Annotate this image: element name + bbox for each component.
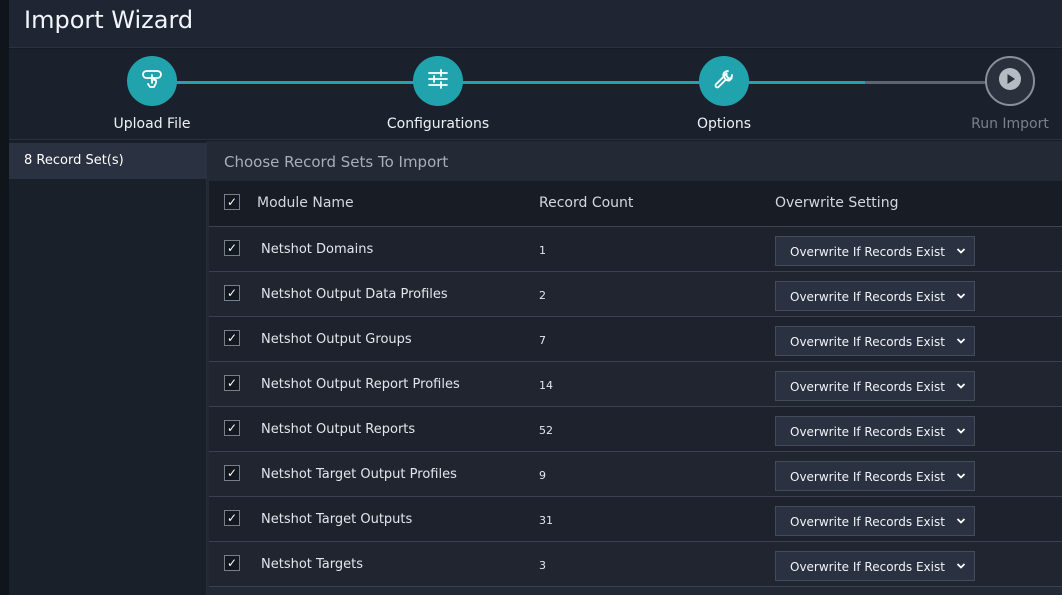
chevron-down-icon: [956, 245, 966, 255]
chevron-down-icon: [956, 380, 966, 390]
module-name: Netshot Targets: [261, 557, 364, 572]
step-circle[interactable]: [985, 56, 1035, 106]
row-checkbox[interactable]: ✓: [224, 285, 240, 301]
step-circle[interactable]: [413, 56, 463, 106]
overwrite-select[interactable]: Overwrite If Records Exist: [775, 551, 975, 581]
overwrite-select-value: Overwrite If Records Exist: [790, 425, 945, 439]
overwrite-select[interactable]: Overwrite If Records Exist: [775, 461, 975, 491]
row-checkbox[interactable]: ✓: [224, 240, 240, 256]
table-row: ✓ Netshot Target Outputs 31 Overwrite If…: [209, 497, 1062, 542]
overwrite-select[interactable]: Overwrite If Records Exist: [775, 326, 975, 356]
row-checkbox[interactable]: ✓: [224, 465, 240, 481]
record-count: 14: [539, 379, 553, 392]
step-label: Configurations: [386, 116, 490, 132]
overwrite-select[interactable]: Overwrite If Records Exist: [775, 506, 975, 536]
page-title: Import Wizard: [24, 6, 194, 34]
overwrite-select-value: Overwrite If Records Exist: [790, 515, 945, 529]
overwrite-select-value: Overwrite If Records Exist: [790, 245, 945, 259]
chevron-down-icon: [956, 560, 966, 570]
module-name: Netshot Target Outputs: [261, 512, 413, 527]
record-count: 52: [539, 424, 553, 437]
overwrite-select-value: Overwrite If Records Exist: [790, 470, 945, 484]
step-upload-file[interactable]: Upload File: [87, 56, 217, 132]
step-label: Run Import: [971, 116, 1049, 132]
select-all-checkbox[interactable]: ✓: [224, 194, 240, 210]
overwrite-select[interactable]: Overwrite If Records Exist: [775, 371, 975, 401]
table-row: ✓ Netshot Output Reports 52 Overwrite If…: [209, 407, 1062, 452]
module-name: Netshot Domains: [261, 242, 374, 257]
step-label: Upload File: [113, 116, 191, 132]
sidebar-item-record-sets[interactable]: 8 Record Set(s): [9, 143, 207, 179]
step-configurations[interactable]: Configurations: [373, 56, 503, 132]
row-checkbox[interactable]: ✓: [224, 330, 240, 346]
module-name: Netshot Target Output Profiles: [261, 467, 457, 482]
overwrite-select[interactable]: Overwrite If Records Exist: [775, 416, 975, 446]
table-row: ✓ Netshot Domains 1 Overwrite If Records…: [209, 227, 1062, 272]
column-header-overwrite[interactable]: Overwrite Setting: [775, 195, 898, 211]
step-options[interactable]: Options: [659, 56, 789, 132]
panel-title: Choose Record Sets To Import: [224, 153, 449, 171]
column-header-module[interactable]: Module Name: [257, 195, 354, 211]
module-name: Netshot Output Data Profiles: [261, 287, 448, 302]
row-checkbox[interactable]: ✓: [224, 555, 240, 571]
chevron-down-icon: [956, 515, 966, 525]
row-checkbox[interactable]: ✓: [224, 375, 240, 391]
row-checkbox[interactable]: ✓: [224, 420, 240, 436]
overwrite-select-value: Overwrite If Records Exist: [790, 560, 945, 574]
chevron-down-icon: [956, 290, 966, 300]
overwrite-select-value: Overwrite If Records Exist: [790, 380, 945, 394]
record-count: 3: [539, 559, 546, 572]
module-name: Netshot Output Report Profiles: [261, 377, 460, 392]
record-count: 7: [539, 334, 546, 347]
table-row: ✓ Netshot Output Report Profiles 14 Over…: [209, 362, 1062, 407]
table-row: ✓ Netshot Output Data Profiles 2 Overwri…: [209, 272, 1062, 317]
step-circle[interactable]: [699, 56, 749, 106]
sidebar-item-label: 8 Record Set(s): [24, 153, 124, 168]
record-count: 9: [539, 469, 546, 482]
wrench-icon: [712, 67, 736, 95]
left-strip: [0, 0, 9, 595]
table-row: ✓ Netshot Targets 3 Overwrite If Records…: [209, 542, 1062, 587]
table-row: ✓ Netshot Output Groups 7 Overwrite If R…: [209, 317, 1062, 362]
sidebar: 8 Record Set(s): [9, 141, 207, 595]
play-icon: [998, 67, 1022, 95]
progress-stepper: Upload File Configurations Options Run I…: [9, 49, 1062, 140]
header: Import Wizard: [9, 0, 1062, 48]
record-sets-panel: Choose Record Sets To Import ✓ Module Na…: [207, 141, 1062, 595]
step-circle[interactable]: [127, 56, 177, 106]
step-run-import[interactable]: Run Import: [945, 56, 1062, 132]
record-count: 31: [539, 514, 553, 527]
row-checkbox[interactable]: ✓: [224, 510, 240, 526]
sliders-icon: [426, 67, 450, 95]
overwrite-select-value: Overwrite If Records Exist: [790, 290, 945, 304]
record-count: 2: [539, 289, 546, 302]
column-header-count[interactable]: Record Count: [539, 195, 633, 211]
module-name: Netshot Output Reports: [261, 422, 416, 437]
step-label: Options: [696, 116, 752, 132]
table-header: ✓ Module Name Record Count Overwrite Set…: [209, 181, 1062, 227]
overwrite-select[interactable]: Overwrite If Records Exist: [775, 236, 975, 266]
overwrite-select[interactable]: Overwrite If Records Exist: [775, 281, 975, 311]
table-row: ✓ Netshot Target Output Profiles 9 Overw…: [209, 452, 1062, 497]
chevron-down-icon: [956, 470, 966, 480]
module-name: Netshot Output Groups: [261, 332, 412, 347]
hand-pointer-icon: [140, 67, 164, 95]
chevron-down-icon: [956, 425, 966, 435]
overwrite-select-value: Overwrite If Records Exist: [790, 335, 945, 349]
chevron-down-icon: [956, 335, 966, 345]
record-count: 1: [539, 244, 546, 257]
